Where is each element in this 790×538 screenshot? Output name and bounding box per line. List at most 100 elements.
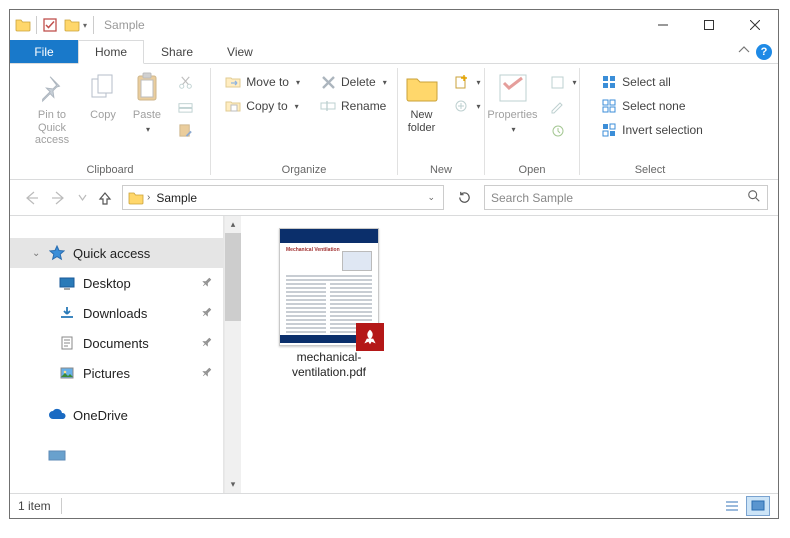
sidebar-item-pictures[interactable]: Pictures (10, 358, 223, 388)
ribbon-collapse-icon[interactable] (738, 43, 750, 61)
move-to-button[interactable]: Move to▾ (221, 70, 304, 94)
maximize-button[interactable] (686, 10, 732, 40)
folder-icon (127, 189, 145, 207)
desktop-icon (58, 274, 76, 292)
status-bar: 1 item (10, 493, 778, 518)
pin-to-quick-access-button[interactable]: Pin to Quick access (23, 66, 81, 147)
folder-small-icon[interactable] (61, 14, 83, 36)
sidebar-quick-access[interactable]: ⌄ Quick access (10, 238, 223, 268)
paste-shortcut-button[interactable] (173, 118, 197, 142)
delete-label: Delete (341, 75, 376, 89)
invert-selection-icon (601, 122, 617, 138)
navigation-bar: › Sample ⌄ Search Sample (10, 180, 778, 216)
scroll-down-button[interactable]: ▾ (225, 476, 241, 493)
copy-to-button[interactable]: Copy to▾ (221, 94, 304, 118)
sidebar-item-label: Downloads (83, 306, 147, 321)
navigation-pane: ⌄ Quick access Desktop Downloads Documen… (10, 216, 224, 493)
view-thumbnails-button[interactable] (746, 496, 770, 516)
search-icon (747, 189, 761, 206)
titlebar: ▾ Sample (10, 10, 778, 40)
copy-path-icon (177, 98, 193, 114)
pin-label: Pin to Quick access (23, 109, 81, 147)
new-item-button[interactable]: ▾ (450, 70, 485, 94)
forward-button[interactable] (48, 187, 70, 209)
scroll-thumb[interactable] (225, 233, 241, 321)
properties-button[interactable]: Properties ▾ (484, 66, 542, 142)
file-list[interactable]: Mechanical Ventilation (241, 216, 778, 493)
help-icon[interactable]: ? (756, 44, 772, 60)
select-none-label: Select none (622, 99, 685, 113)
view-details-button[interactable] (720, 496, 744, 516)
sidebar-item-desktop[interactable]: Desktop (10, 268, 223, 298)
copy-path-button[interactable] (173, 94, 197, 118)
paste-button[interactable]: Paste ▾ (125, 66, 169, 147)
open-button[interactable]: ▾ (546, 70, 581, 94)
edit-button[interactable] (546, 94, 581, 118)
up-button[interactable] (94, 187, 116, 209)
select-all-label: Select all (622, 75, 671, 89)
close-button[interactable] (732, 10, 778, 40)
search-box[interactable]: Search Sample (484, 185, 768, 210)
tab-share[interactable]: Share (144, 40, 210, 63)
ribbon: Pin to Quick access Copy Paste ▾ (10, 64, 778, 180)
invert-selection-button[interactable]: Invert selection (597, 118, 707, 142)
chevron-down-icon[interactable]: ⌄ (32, 248, 40, 259)
select-none-icon (601, 98, 617, 114)
rename-button[interactable]: Rename (316, 94, 391, 118)
new-folder-button[interactable]: New folder (398, 66, 446, 134)
properties-icon (496, 70, 530, 106)
easy-access-icon (454, 98, 470, 114)
pin-icon (198, 305, 215, 322)
invert-selection-label: Invert selection (622, 123, 703, 137)
select-all-button[interactable]: Select all (597, 70, 707, 94)
onedrive-label: OneDrive (73, 408, 128, 423)
open-icon (550, 74, 566, 90)
minimize-button[interactable] (640, 10, 686, 40)
pdf-badge-icon (356, 323, 384, 351)
move-to-label: Move to (246, 75, 289, 89)
paste-label: Paste (133, 109, 161, 122)
copy-icon (86, 70, 120, 106)
rename-icon (320, 98, 336, 114)
address-dropdown[interactable]: ⌄ (421, 192, 441, 203)
cut-button[interactable] (173, 70, 197, 94)
onedrive-icon (48, 406, 66, 424)
star-icon (48, 244, 66, 262)
refresh-button[interactable] (450, 185, 478, 210)
sidebar-onedrive[interactable]: OneDrive (10, 400, 223, 430)
breadcrumb-item[interactable]: Sample (152, 191, 201, 205)
recent-locations-button[interactable] (76, 187, 88, 209)
select-none-button[interactable]: Select none (597, 94, 707, 118)
search-placeholder: Search Sample (491, 191, 573, 205)
history-button[interactable] (546, 118, 581, 142)
file-item[interactable]: Mechanical Ventilation (259, 228, 399, 380)
tab-home[interactable]: Home (78, 40, 144, 64)
sidebar-item-label: Pictures (83, 366, 130, 381)
sidebar-this-pc[interactable] (10, 442, 223, 472)
tab-file[interactable]: File (10, 40, 78, 63)
properties-label: Properties (487, 109, 537, 122)
copy-to-label: Copy to (246, 99, 287, 113)
delete-icon (320, 74, 336, 90)
copy-to-icon (225, 98, 241, 114)
delete-button[interactable]: Delete▾ (316, 70, 391, 94)
copy-label: Copy (90, 109, 116, 122)
sidebar-item-downloads[interactable]: Downloads (10, 298, 223, 328)
qat-dropdown[interactable]: ▾ (83, 21, 87, 30)
chevron-right-icon[interactable]: › (145, 192, 152, 203)
address-bar[interactable]: › Sample ⌄ (122, 185, 444, 210)
qat-properties-icon[interactable] (39, 14, 61, 36)
sidebar-item-documents[interactable]: Documents (10, 328, 223, 358)
copy-button[interactable]: Copy (81, 66, 125, 147)
back-button[interactable] (20, 187, 42, 209)
pin-icon (198, 275, 215, 292)
tab-view[interactable]: View (210, 40, 270, 63)
documents-icon (58, 334, 76, 352)
scroll-up-button[interactable]: ▴ (225, 216, 241, 233)
new-folder-icon (405, 70, 439, 106)
group-open-label: Open (519, 164, 546, 176)
paste-shortcut-icon (177, 122, 193, 138)
ribbon-tabs: File Home Share View ? (10, 40, 778, 64)
easy-access-button[interactable]: ▾ (450, 94, 485, 118)
nav-scrollbar[interactable]: ▴ ▾ (224, 216, 241, 493)
